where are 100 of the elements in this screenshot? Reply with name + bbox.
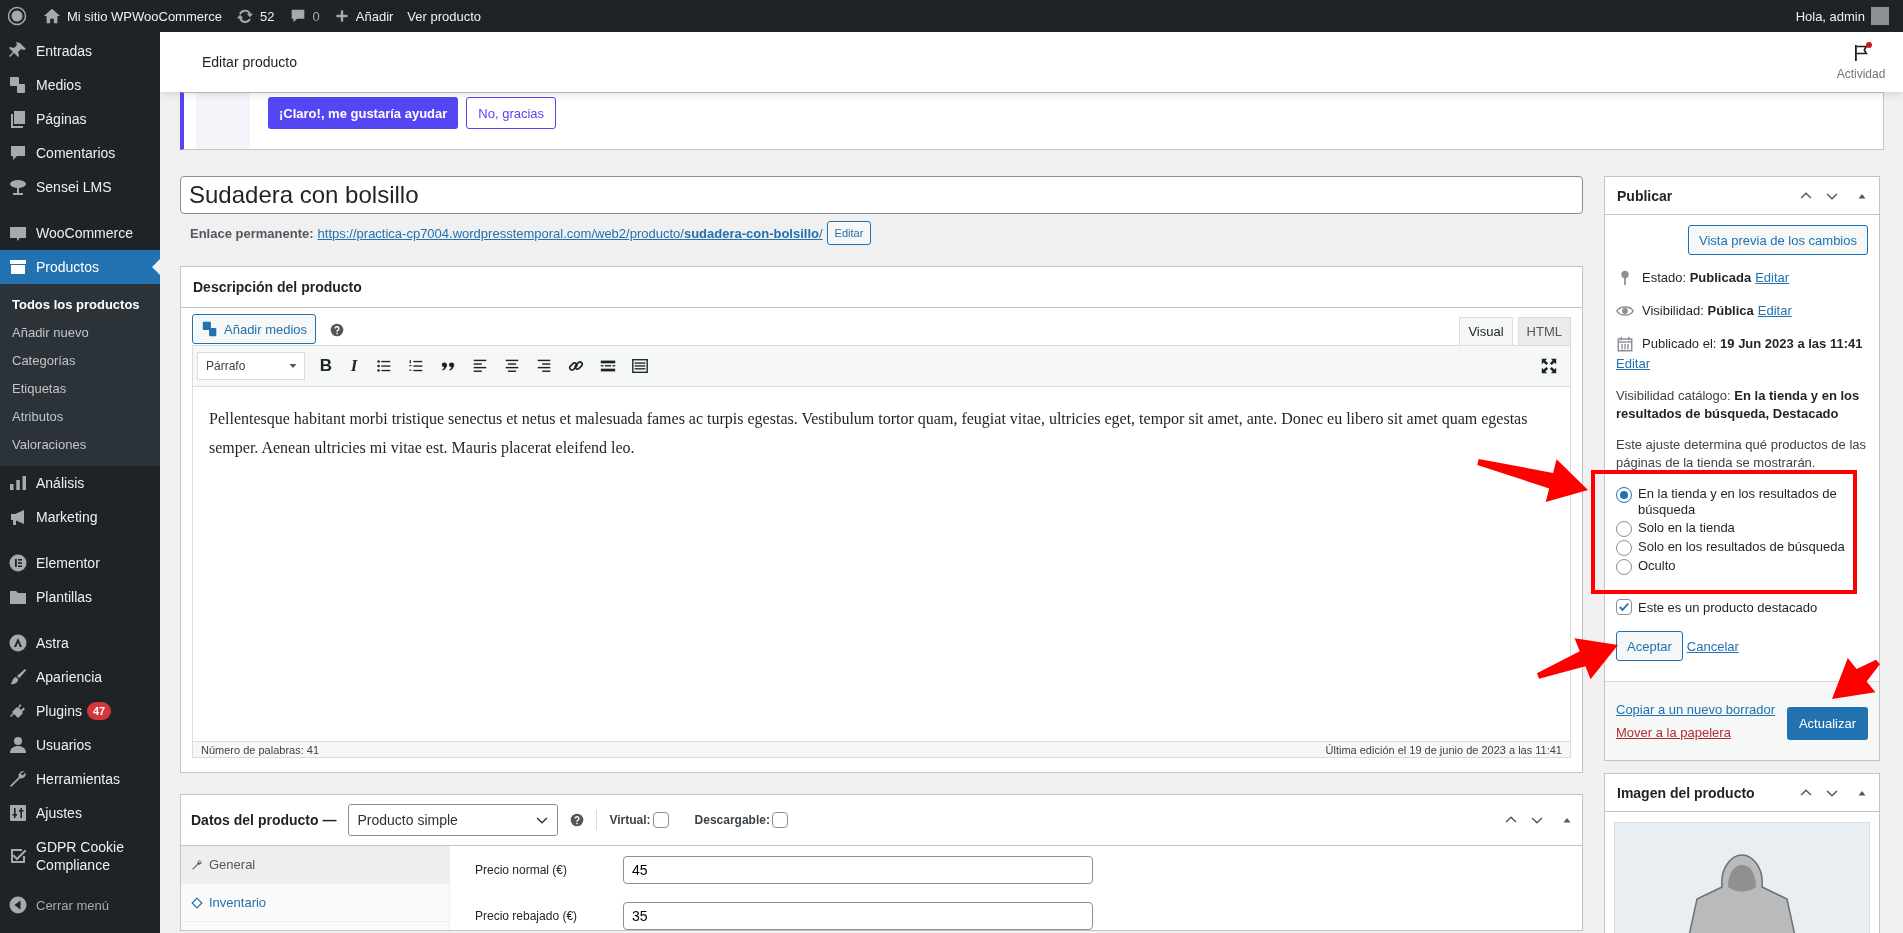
add-media-button[interactable]: Añadir medios [192,314,317,344]
checkmark-icon [1617,600,1631,614]
radio-button[interactable] [1616,521,1632,537]
person-icon [8,735,28,755]
sidebar-item[interactable]: WooCommerce [0,216,160,250]
page-title: Editar producto [202,54,297,70]
preview-button[interactable]: Vista previa de los cambios [1688,225,1868,255]
radio-button[interactable] [1616,487,1632,503]
media-icon [201,320,219,338]
help-icon [330,322,345,337]
checkbox[interactable] [652,812,669,828]
wrench-icon [8,769,28,789]
collapse-menu-button[interactable]: Cerrar menú [0,888,160,922]
panel-title: Publicar [1617,187,1673,204]
account-greeting[interactable]: Hola, admin [1795,8,1865,24]
field-label: Precio normal (€) [475,863,569,877]
sidebar-item[interactable]: Análisis [0,466,160,500]
edit-link[interactable]: Editar [1757,301,1792,321]
update-count: 52 [260,8,275,24]
wrench-icon [191,858,203,871]
panel-title: Datos del producto — [191,812,337,828]
italic-button[interactable]: I [347,356,361,376]
align-right-icon[interactable] [535,357,553,375]
site-link[interactable]: Mi sitio WPWooCommerce [67,8,223,24]
notice-button[interactable]: ¡Claro!, me gustaría ayudar [268,97,459,129]
radio-button[interactable] [1616,540,1632,556]
sidebar-item[interactable]: Usuarios [0,728,160,762]
comment-count: 0 [312,8,320,24]
sidebar-item[interactable]: Plugins 47 [0,694,160,728]
permalink-label: Enlace permanente: [190,225,314,241]
submenu-item[interactable]: Todos los productos [0,291,160,319]
product-image[interactable] [1614,822,1870,933]
edit-permalink-button[interactable]: Editar [826,221,872,245]
product-data-tab[interactable]: General [181,846,449,884]
checkbox[interactable] [771,812,788,828]
option-label: En la tienda y en los resultados de búsqueda [1638,486,1838,518]
edit-link[interactable]: Editar [1616,354,1650,374]
price-field[interactable]: 45 [623,856,1093,884]
radio-button[interactable] [1616,559,1632,575]
sidebar-item[interactable]: Astra [0,626,160,660]
sidebar-item[interactable]: Plantillas [0,580,160,614]
option-label: Oculto [1638,558,1676,574]
sidebar-item[interactable]: Productos [0,250,160,284]
product-data-tab[interactable]: Inventario [181,884,449,922]
body-text: Pellentesque habitant morbi tristique senectus et netus et malesuada fames ac turpis egestas. Vestibulum tortor quam, feugiat vitae, ultricies eget, tempor sit amet, ante. Donec eu libero sit amet quam egestas semper. Aenean ultricies mi vitae est. Mauris placerat eleifend leo. [209,409,1529,459]
sidebar-item[interactable]: Elementor [0,546,160,580]
sidebar-item[interactable]: Páginas [0,102,160,136]
calendar-icon [1616,335,1634,353]
sidebar-item[interactable]: Apariencia [0,660,160,694]
accept-button[interactable]: Aceptar [1616,631,1683,661]
cancel-link[interactable]: Cancelar [1686,638,1739,654]
fullscreen-icon[interactable] [1540,357,1558,375]
copy-draft-link[interactable]: Copiar a un nuevo borrador [1616,702,1775,717]
checkbox[interactable] [1616,599,1632,615]
tree-icon [8,177,28,197]
sidebar-item[interactable]: Ajustes [0,796,160,830]
update-button[interactable]: Actualizar [1786,707,1868,740]
field-label: Precio rebajado (€) [475,909,579,923]
activity-button[interactable]: Actividad [1819,43,1903,81]
submenu-item[interactable]: Etiquetas [0,375,160,403]
panel-title: Descripción del producto [181,267,1582,308]
align-left-icon[interactable] [471,357,489,375]
submenu-item[interactable]: Añadir nuevo [0,319,160,347]
price-field[interactable]: 35 [623,902,1093,930]
bullet-list-icon[interactable] [375,357,393,375]
notice-button[interactable]: No, gracias [466,97,557,129]
permalink-link[interactable]: https://practica-cp7004.wordpresstemporal.com/web2/producto/sudadera-con-bolsillo/ [317,225,823,241]
option-label: Solo en la tienda [1638,520,1735,536]
product-type-dropdown[interactable]: Producto simple [348,804,559,836]
sidebar-item[interactable]: Comentarios [0,136,160,170]
status-text: Visibilidad: Pública [1642,302,1754,320]
annotation-arrow [1832,658,1880,699]
sidebar-item[interactable]: Herramientas [0,762,160,796]
sidebar-item[interactable]: Sensei LMS [0,170,160,204]
bar-chart-icon [8,473,28,493]
option-label: Solo en los resultados de búsqueda [1638,539,1845,555]
submenu-item[interactable]: Categorías [0,347,160,375]
format-dropdown[interactable]: Párrafo [197,352,305,380]
editor-tab[interactable]: HTML [1517,317,1571,345]
title-field[interactable]: Sudadera con bolsillo [180,176,1583,214]
submenu-item[interactable]: Valoraciones [0,431,160,459]
editor-tab[interactable]: Visual [1459,317,1513,345]
sidebar-item[interactable]: GDPR Cookie Compliance [0,830,160,882]
view-product-link[interactable]: Ver producto [407,8,482,24]
sidebar-item[interactable]: Entradas [0,34,160,68]
add-new-link[interactable]: Añadir [355,8,394,24]
speech-bubble-icon [8,143,28,163]
last-edit-text: Última edición el 19 de junio de 2023 a las 11:41 [1325,743,1562,756]
align-center-icon[interactable] [503,357,521,375]
bold-button[interactable]: B [319,356,333,376]
plug-icon [8,701,28,721]
plus-icon [333,8,350,24]
help-text: Este ajuste determina qué productos de las páginas de la tienda se mostrarán. [1616,436,1868,472]
logo-icon [7,6,27,26]
sidebar-item[interactable]: Marketing [0,500,160,534]
submenu-item[interactable]: Atributos [0,403,160,431]
edit-link[interactable]: Editar [1755,268,1790,288]
count-badge: 47 [86,702,112,720]
trash-link[interactable]: Mover a la papelera [1616,725,1775,740]
sidebar-item[interactable]: Medios [0,68,160,102]
